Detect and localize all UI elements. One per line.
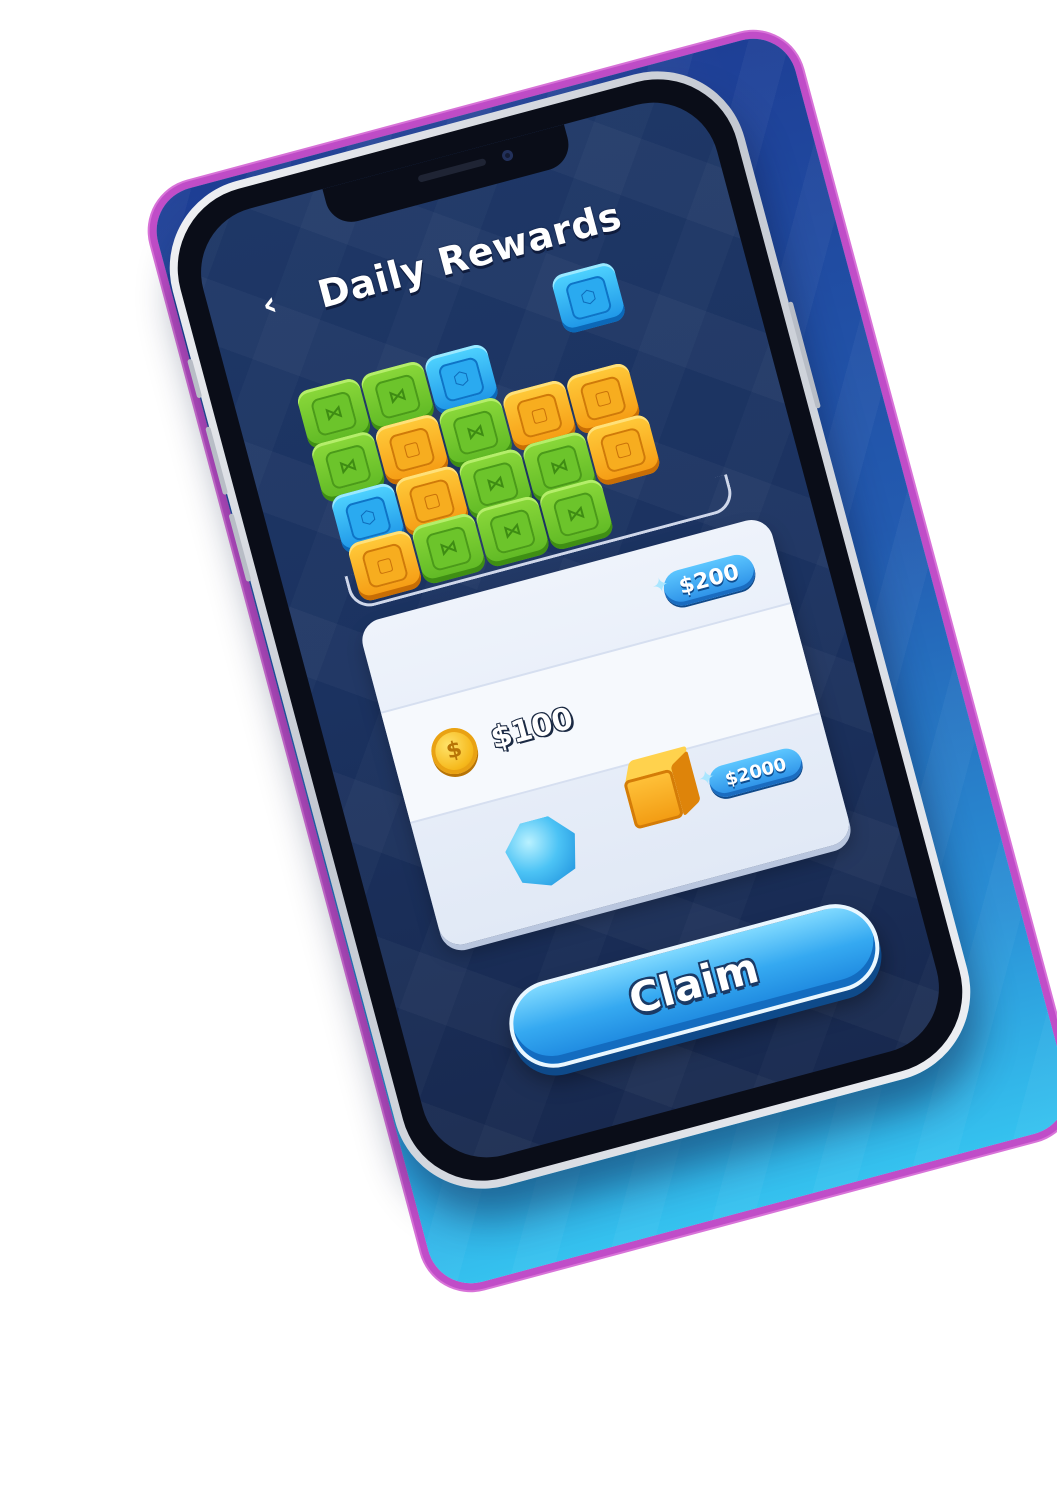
bonus-badge-200: ✦ $200: [649, 550, 759, 610]
phone-bezel: ‹ Daily Rewards ⬡ ⋈ ⋈ ⬡ ⋈ ▢ ⋈ ▢ ▢ ⬡ ▢ ⋈ ⋈ ▢ ▢ ⋈ ⋈ ⋈ ✦ $20…: [159, 60, 981, 1200]
blue-block-emblem-icon: ⬡: [357, 505, 379, 531]
block-inset: ▢: [515, 392, 564, 440]
bonus-amount: $2000: [722, 754, 789, 791]
orange-block-emblem-icon: ▢: [612, 437, 635, 462]
blue-block-emblem-icon: ⬡: [578, 285, 599, 310]
green-block-emblem-icon: ⋈: [484, 471, 508, 497]
blue-block: ⬡: [549, 260, 628, 336]
phone-frame: ‹ Daily Rewards ⬡ ⋈ ⋈ ⬡ ⋈ ▢ ⋈ ▢ ▢ ⬡ ▢ ⋈ ⋈ ▢ ▢ ⋈ ⋈ ⋈ ✦ $20…: [149, 51, 991, 1209]
bonus-badge-2000: ✦ $2000: [695, 745, 806, 801]
green-block-emblem-icon: ⋈: [386, 383, 410, 409]
coin-amount: $100: [487, 700, 577, 757]
green-block-emblem-icon: ⋈: [464, 419, 487, 445]
blue-block-emblem-icon: ⬡: [451, 366, 472, 392]
sparkle-icon: ✦: [649, 571, 672, 599]
block-inset: ▢: [578, 374, 628, 423]
block-inset: ▢: [387, 426, 437, 474]
claim-button[interactable]: Claim: [499, 894, 890, 1078]
green-block-emblem-icon: ⋈: [547, 454, 571, 480]
coin-icon: $: [426, 722, 483, 780]
orange-block-emblem-icon: ▢: [400, 436, 423, 462]
orange-block-emblem-icon: ▢: [592, 385, 615, 411]
front-camera: [500, 148, 515, 163]
block-inset: ⋈: [424, 525, 474, 573]
green-block-emblem-icon: ⋈: [564, 501, 588, 527]
green-block-emblem-icon: ⋈: [437, 535, 461, 561]
block-inset: ▢: [360, 542, 410, 590]
green-block-emblem-icon: ⋈: [336, 453, 360, 479]
speaker-grille: [417, 157, 487, 183]
notch: [322, 124, 575, 228]
block-inset: ⋈: [552, 490, 601, 538]
green-block-emblem-icon: ⋈: [322, 400, 346, 426]
block-inset: ⬡: [564, 274, 613, 322]
block-inset: ⋈: [451, 409, 500, 457]
green-block-emblem-icon: ⋈: [501, 518, 524, 544]
block-inset: ⋈: [323, 443, 373, 491]
bonus-amount: $200: [676, 559, 742, 600]
block-inset: ⬡: [437, 356, 486, 404]
orange-block-emblem-icon: ▢: [420, 488, 443, 514]
block-inset: ⋈: [373, 373, 422, 421]
orange-block-emblem-icon: ▢: [373, 552, 396, 578]
orange-block-emblem-icon: ▢: [528, 402, 551, 428]
block-inset: ⋈: [309, 390, 359, 438]
block-inset: ▢: [599, 426, 648, 474]
block-inset: ⋈: [488, 507, 537, 556]
gem-icon: [499, 810, 586, 894]
